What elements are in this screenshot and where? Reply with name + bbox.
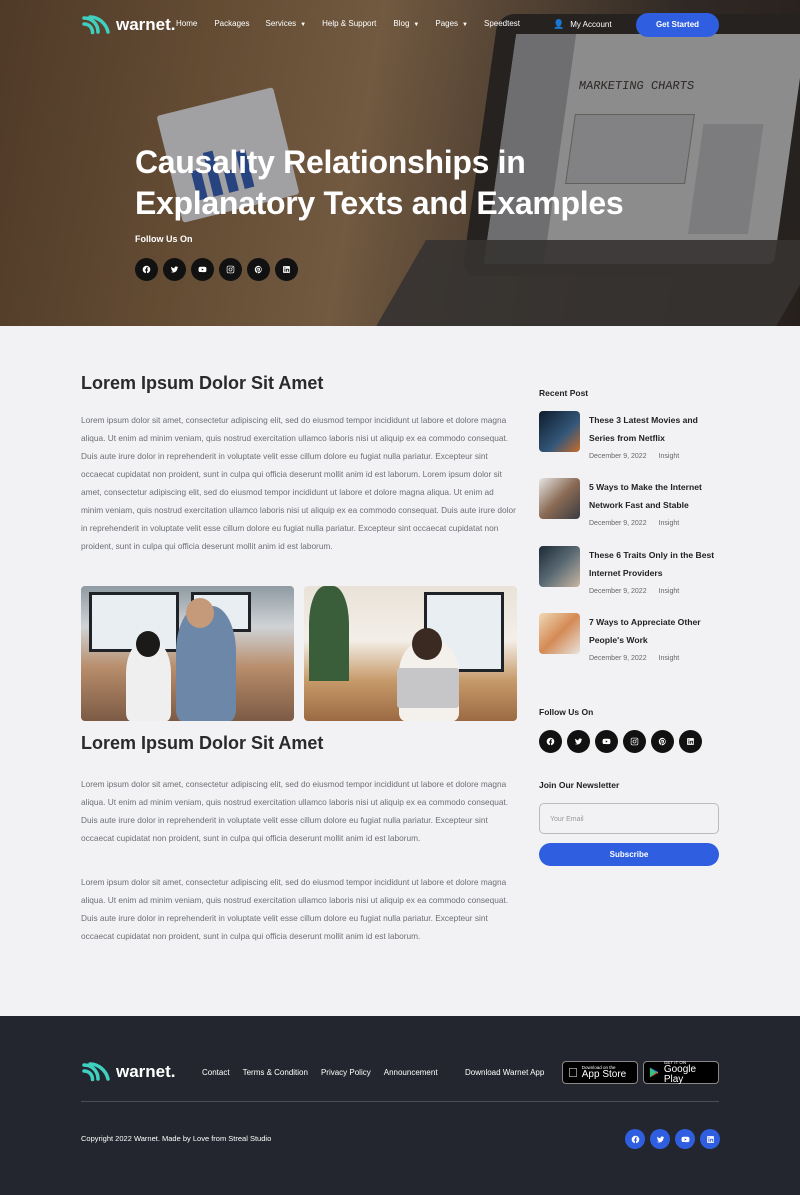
- instagram-icon[interactable]: [623, 730, 646, 753]
- app-store-button[interactable]:  Download on theApp Store: [562, 1061, 638, 1084]
- chevron-down-icon: ▼: [300, 22, 307, 28]
- apple-icon: : [568, 1065, 578, 1080]
- post-category[interactable]: Insight: [659, 655, 680, 662]
- nav-item-help-support[interactable]: Help & Support: [322, 19, 376, 28]
- my-account-label: My Account: [570, 20, 612, 29]
- footer-link-contact[interactable]: Contact: [202, 1068, 230, 1077]
- my-account-link[interactable]: 👤 My Account: [553, 19, 612, 30]
- main-menu: Home Packages Services ▼ Help & Support B…: [176, 19, 520, 28]
- footer-link-privacy[interactable]: Privacy Policy: [321, 1068, 371, 1077]
- sidebar-social-links: [539, 730, 702, 753]
- subscribe-button[interactable]: Subscribe: [539, 843, 719, 866]
- nav-item-pages-label: Pages: [435, 19, 459, 28]
- facebook-icon[interactable]: [539, 730, 562, 753]
- post-date: December 9, 2022: [589, 520, 647, 527]
- nav-item-blog[interactable]: Blog ▼: [393, 19, 419, 28]
- article-image-family: [81, 586, 294, 721]
- post-thumbnail: [539, 613, 580, 654]
- facebook-icon[interactable]: [625, 1129, 645, 1149]
- footer-link-announcement[interactable]: Announcement: [384, 1068, 438, 1077]
- logo-icon: [81, 1061, 111, 1083]
- nav-item-services[interactable]: Services ▼: [265, 19, 306, 28]
- logo-icon: [81, 14, 111, 36]
- nav-item-pages[interactable]: Pages ▼: [435, 19, 468, 28]
- article-paragraph-2: Lorem ipsum dolor sit amet, consectetur …: [81, 779, 509, 843]
- linkedin-icon[interactable]: [700, 1129, 720, 1149]
- sidebar-follow-title: Follow Us On: [539, 707, 594, 717]
- pinterest-icon[interactable]: [247, 258, 270, 281]
- google-play-button[interactable]: GET IT ON Google Play: [643, 1060, 719, 1085]
- copyright-text: Copyright 2022 Warnet. Made by Love from…: [81, 1134, 272, 1143]
- article-heading-2: Lorem Ipsum Dolor Sit Amet: [81, 733, 324, 753]
- chevron-down-icon: ▼: [462, 22, 468, 28]
- download-app-label: Download Warnet App: [465, 1068, 545, 1077]
- user-icon: 👤: [553, 19, 565, 29]
- article-image-laptop-woman: [304, 586, 517, 721]
- twitter-icon[interactable]: [650, 1129, 670, 1149]
- brand-logo[interactable]: warnet.: [81, 14, 176, 36]
- post-thumbnail: [539, 411, 580, 452]
- post-category[interactable]: Insight: [659, 588, 680, 595]
- footer-links: Contact Terms & Condition Privacy Policy…: [202, 1068, 438, 1077]
- nav-item-speedtest[interactable]: Speedtest: [484, 19, 520, 28]
- google-play-icon: [649, 1067, 659, 1078]
- footer-brand-logo[interactable]: warnet.: [81, 1061, 176, 1083]
- hero-follow-label: Follow Us On: [135, 234, 193, 244]
- site-footer: [0, 1016, 800, 1195]
- linkedin-icon[interactable]: [275, 258, 298, 281]
- post-thumbnail: [539, 546, 580, 587]
- article-paragraph-1: Lorem ipsum dolor sit amet, consectetur …: [81, 415, 516, 551]
- footer-divider: [81, 1101, 719, 1102]
- nav-item-packages[interactable]: Packages: [214, 19, 249, 28]
- youtube-icon[interactable]: [675, 1129, 695, 1149]
- nav-item-services-label: Services: [265, 19, 297, 28]
- newsletter-title: Join Our Newsletter: [539, 780, 620, 790]
- facebook-icon[interactable]: [135, 258, 158, 281]
- chevron-down-icon: ▼: [413, 22, 420, 28]
- post-date: December 9, 2022: [589, 588, 647, 595]
- recent-post-item[interactable]: 7 Ways to Appreciate Other People's Work…: [539, 613, 719, 671]
- brand-name: warnet.: [116, 15, 176, 34]
- hero-social-links: [135, 258, 298, 281]
- top-navbar: warnet. Home Packages Services ▼ Help & S…: [0, 0, 800, 52]
- post-date: December 9, 2022: [589, 655, 647, 662]
- article-heading-1: Lorem Ipsum Dolor Sit Amet: [81, 373, 324, 393]
- post-title[interactable]: These 3 Latest Movies and Series from Ne…: [589, 411, 721, 447]
- nav-item-blog-label: Blog: [393, 19, 410, 28]
- youtube-icon[interactable]: [595, 730, 618, 753]
- appstore-big-text: App Store: [572, 1069, 626, 1080]
- recent-post-item[interactable]: 5 Ways to Make the Internet Network Fast…: [539, 478, 719, 536]
- twitter-icon[interactable]: [567, 730, 590, 753]
- footer-brand-name: warnet.: [116, 1062, 176, 1081]
- footer-link-terms[interactable]: Terms & Condition: [243, 1068, 308, 1077]
- googleplay-big-text: Google Play: [663, 1064, 697, 1085]
- pinterest-icon[interactable]: [651, 730, 674, 753]
- post-title[interactable]: 7 Ways to Appreciate Other People's Work: [589, 613, 721, 649]
- page-title: Causality Relationships in Explanatory T…: [135, 144, 624, 221]
- instagram-icon[interactable]: [219, 258, 242, 281]
- recent-post-item[interactable]: These 6 Traits Only in the Best Internet…: [539, 546, 719, 604]
- recent-post-title: Recent Post: [539, 388, 589, 398]
- footer-social-links: [625, 1129, 720, 1149]
- linkedin-icon[interactable]: [679, 730, 702, 753]
- post-title[interactable]: These 6 Traits Only in the Best Internet…: [589, 546, 721, 582]
- article-paragraph-3: Lorem ipsum dolor sit amet, consectetur …: [81, 877, 509, 941]
- get-started-button[interactable]: Get Started: [636, 13, 719, 37]
- post-category[interactable]: Insight: [659, 520, 680, 527]
- youtube-icon[interactable]: [191, 258, 214, 281]
- recent-post-item[interactable]: These 3 Latest Movies and Series from Ne…: [539, 411, 719, 469]
- post-title[interactable]: 5 Ways to Make the Internet Network Fast…: [589, 478, 721, 514]
- email-field[interactable]: Your Email: [539, 803, 719, 834]
- post-date: December 9, 2022: [589, 453, 647, 460]
- post-category[interactable]: Insight: [659, 453, 680, 460]
- nav-item-home[interactable]: Home: [176, 19, 197, 28]
- post-thumbnail: [539, 478, 580, 519]
- twitter-icon[interactable]: [163, 258, 186, 281]
